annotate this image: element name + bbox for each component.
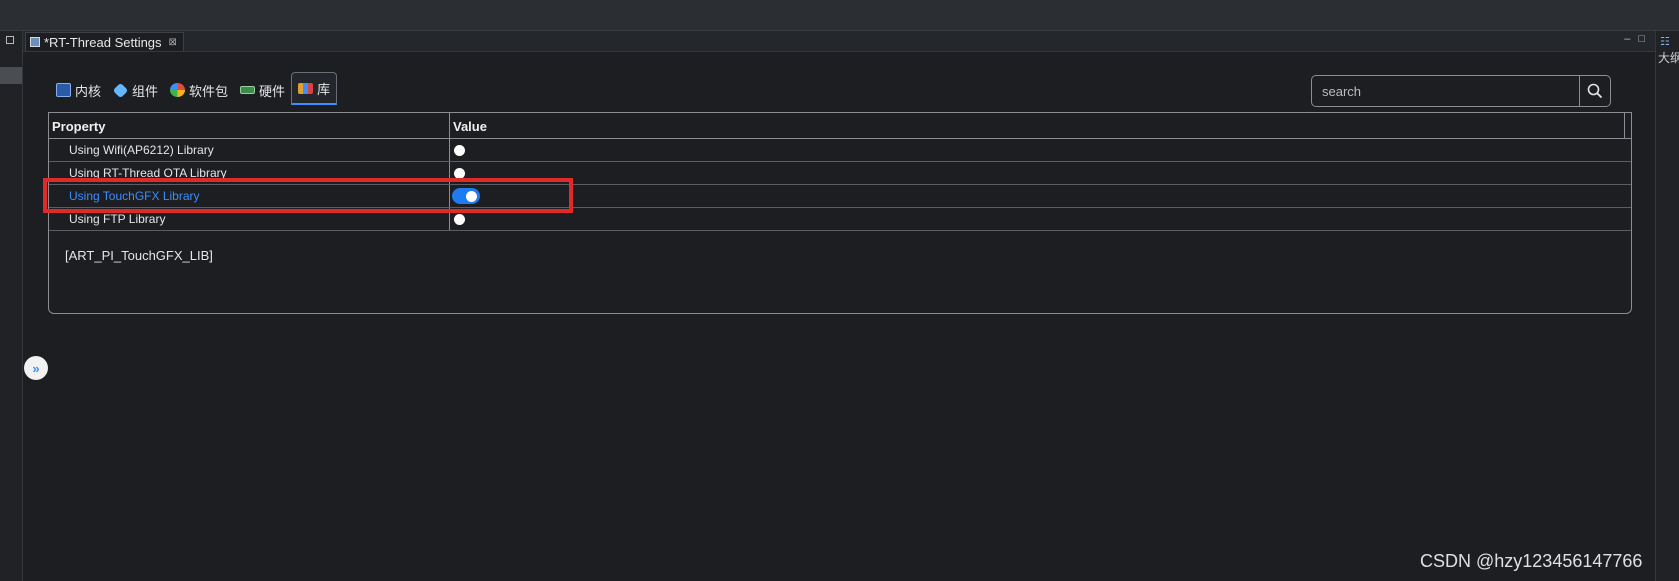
category-tabs: 内核 组件 软件包 硬件 库 [50,72,338,105]
minimized-view-button[interactable] [0,67,22,84]
watermark: CSDN @hzy123456147766 [1420,551,1643,571]
search-input[interactable] [1312,76,1579,106]
package-icon [170,83,186,97]
minimize-button[interactable]: – [1624,33,1630,45]
toggle-switch[interactable] [451,211,479,227]
library-icon [298,82,314,94]
tab-label: 库 [317,81,331,97]
double-chevron-right-icon: » [32,360,40,376]
header-value: Value [453,119,487,134]
toggle-knob [454,145,465,156]
settings-file-icon [30,37,40,47]
left-side-panel [0,31,23,581]
window-controls: – □ [1624,33,1645,45]
editor-tab-bar: *RT-Thread Settings ⊠ – □ [23,31,1655,52]
tab-rt-thread-settings[interactable]: *RT-Thread Settings ⊠ [25,32,184,51]
maximize-button[interactable]: □ [1638,33,1645,45]
property-name: Using FTP Library [69,212,166,226]
tab-hardware[interactable]: 硬件 [234,75,291,105]
toggle-switch[interactable] [451,142,479,158]
table-header: Property Value [49,113,1631,139]
tab-title: *RT-Thread Settings [44,34,162,50]
tab-kernel[interactable]: 内核 [50,75,107,105]
outline-icon[interactable]: ☷ [1660,35,1670,48]
restore-icon[interactable] [6,36,14,44]
hardware-icon [240,86,256,94]
close-icon[interactable]: ⊠ [169,37,177,48]
tab-label: 组件 [132,83,159,99]
highlight-box [43,178,573,213]
search-box [1311,75,1611,107]
toggle-knob [454,214,465,225]
tab-components[interactable]: 组件 [107,75,164,105]
property-name: Using Wifi(AP6212) Library [69,143,214,157]
kernel-icon [56,83,71,97]
outline-label: 大纲 [1658,51,1679,65]
property-table: Property Value Using Wifi(AP6212) Librar… [48,112,1632,314]
tab-library[interactable]: 库 [291,72,338,105]
tab-label: 软件包 [189,83,229,99]
expand-button[interactable]: » [24,356,48,380]
ide-top-bar [0,0,1679,31]
component-icon [112,82,129,98]
header-property: Property [52,119,106,134]
tab-label: 内核 [75,83,102,99]
search-button[interactable] [1579,76,1610,106]
tab-label: 硬件 [259,83,286,99]
right-side-panel: ☷ 大纲 [1655,31,1679,581]
property-description: [ART_PI_TouchGFX_LIB] [65,248,213,263]
table-row[interactable]: Using Wifi(AP6212) Library [49,139,1631,162]
search-icon [1587,83,1603,99]
tab-packages[interactable]: 软件包 [164,75,234,105]
